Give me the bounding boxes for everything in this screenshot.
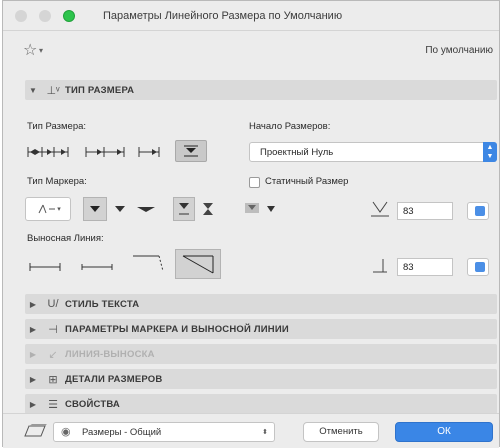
witness-gap-value: 83 xyxy=(403,262,414,273)
cumulative-dimension-icon xyxy=(85,147,125,157)
marker-params-icon: ⊣ xyxy=(48,323,58,336)
section-title: ЛИНИЯ-ВЫНОСКА xyxy=(65,348,155,360)
marker-filled-arrow-button[interactable] xyxy=(83,197,107,221)
dim-type-linear-button[interactable] xyxy=(25,142,71,162)
filled-arrow-icon xyxy=(90,206,100,212)
favorites-button[interactable]: ☆ ▾ xyxy=(23,41,49,61)
origin-select-value: Проектный Нуль xyxy=(260,147,334,158)
open-arrow-icon xyxy=(115,206,125,212)
witness-gap-input[interactable]: 83 xyxy=(397,258,453,276)
favorites-default-label: По умолчанию xyxy=(425,45,493,56)
dim-type-label: Тип Размера: xyxy=(27,121,87,132)
dim-type-base-button[interactable] xyxy=(175,140,207,162)
chevron-down-icon: ▾ xyxy=(39,46,44,55)
section-title: СВОЙСТВА xyxy=(65,398,120,410)
chevron-right-icon: ▶ xyxy=(29,324,37,334)
title-bar: Параметры Линейного Размера по Умолчанию xyxy=(3,1,499,31)
marker-open-arrow-button[interactable] xyxy=(111,197,129,221)
pen-marker-icon xyxy=(245,203,259,213)
section-title: ТИП РАЗМЕРА xyxy=(65,84,135,96)
chevron-down-icon: ▾ xyxy=(57,206,61,213)
dim-type-cumulative-button[interactable] xyxy=(83,142,127,162)
witness-line-style-3-button[interactable] xyxy=(129,251,167,275)
witness-angled-icon xyxy=(133,255,164,272)
chevron-right-icon: ▶ xyxy=(29,374,37,384)
dimension-type-icon: ⊥ᵛ xyxy=(46,84,60,97)
marker-tick-button[interactable] xyxy=(173,197,195,221)
layer-select-value: Размеры - Общий xyxy=(82,427,162,438)
leader-icon: ↙ xyxy=(48,348,58,361)
section-title: СТИЛЬ ТЕКСТА xyxy=(65,298,140,310)
witness-line-label: Выносная Линия: xyxy=(27,233,104,244)
minimize-window-button[interactable] xyxy=(39,10,51,22)
chevron-down-icon: ▼ xyxy=(29,85,37,95)
layer-select[interactable]: ◉ Размеры - Общий ⬍ xyxy=(53,422,275,442)
witness-gap-stepper[interactable] xyxy=(467,258,489,276)
marker-wide-arrow-button[interactable] xyxy=(133,197,159,221)
marker-size-stepper[interactable] xyxy=(467,202,489,220)
static-dimension-label: Статичный Размер xyxy=(265,176,349,187)
marker-style-popup[interactable]: ▾ xyxy=(25,197,71,221)
chevron-updown-icon: ⬍ xyxy=(262,429,268,436)
marker-preview-icon xyxy=(38,204,56,214)
elevation-dimension-icon xyxy=(138,147,160,157)
witness-gap-icon xyxy=(373,259,387,273)
witness-line-style-4-button[interactable] xyxy=(175,249,221,279)
window-title: Параметры Линейного Размера по Умолчанию xyxy=(103,10,343,22)
zoom-window-button[interactable] xyxy=(63,10,75,22)
origin-select[interactable]: Проектный Нуль ▲ ▼ xyxy=(249,142,497,162)
marker-size-icon xyxy=(371,201,389,217)
marker-hourglass-button[interactable] xyxy=(199,197,217,221)
favorites-row: ☆ ▾ По умолчанию xyxy=(3,32,499,70)
section-title: ПАРАМЕТРЫ МАРКЕРА И ВЫНОСНОЙ ЛИНИИ xyxy=(65,323,289,335)
ok-button[interactable]: ОК xyxy=(395,422,493,442)
witness-full-icon xyxy=(29,263,61,271)
chevron-right-icon: ▶ xyxy=(29,299,37,309)
section-dim-type-header[interactable]: ▼ ⊥ᵛ ТИП РАЗМЕРА xyxy=(25,80,497,100)
chevron-updown-icon: ▲ ▼ xyxy=(483,142,497,162)
bottom-bar: ◉ Размеры - Общий ⬍ Отменить ОК xyxy=(3,413,499,448)
cancel-button[interactable]: Отменить xyxy=(303,422,379,442)
witness-line-style-2-button[interactable] xyxy=(77,255,117,279)
hourglass-marker-icon xyxy=(203,203,213,215)
close-window-button[interactable] xyxy=(15,10,27,22)
witness-short-icon xyxy=(81,264,113,270)
chevron-right-icon: ▶ xyxy=(29,399,37,409)
section-marker-params-header[interactable]: ▶ ⊣ ПАРАМЕТРЫ МАРКЕРА И ВЫНОСНОЙ ЛИНИИ xyxy=(25,319,497,339)
tick-marker-icon xyxy=(179,203,189,215)
stepper-icon xyxy=(475,262,485,272)
wide-arrow-icon xyxy=(137,207,155,212)
star-icon: ☆ xyxy=(23,42,38,59)
section-details-header[interactable]: ▶ ⊞ ДЕТАЛИ РАЗМЕРОВ xyxy=(25,369,497,389)
witness-box-icon xyxy=(182,255,214,274)
section-properties-header[interactable]: ▶ ☰ СВОЙСТВА xyxy=(25,394,497,414)
properties-icon: ☰ xyxy=(48,398,58,411)
base-dimension-icon xyxy=(184,145,198,157)
stepper-icon xyxy=(475,206,485,216)
marker-size-input[interactable]: 83 xyxy=(397,202,453,220)
section-text-style-header[interactable]: ▶ U/ СТИЛЬ ТЕКСТА xyxy=(25,294,497,314)
marker-type-label: Тип Маркера: xyxy=(27,176,87,187)
origin-label: Начало Размеров: xyxy=(249,121,331,132)
marker-size-value: 83 xyxy=(403,206,414,217)
marker-pen-popup[interactable] xyxy=(237,197,283,221)
chevron-down-icon xyxy=(267,206,275,212)
chevron-right-icon: ▶ xyxy=(29,349,37,359)
witness-line-style-1-button[interactable] xyxy=(25,255,65,279)
section-leader-header[interactable]: ▶ ↙ ЛИНИЯ-ВЫНОСКА xyxy=(25,344,497,364)
details-icon: ⊞ xyxy=(48,373,58,386)
section-title: ДЕТАЛИ РАЗМЕРОВ xyxy=(65,373,163,385)
dialog-window: Параметры Линейного Размера по Умолчанию… xyxy=(2,0,500,448)
static-dimension-checkbox[interactable] xyxy=(249,177,260,188)
eye-icon: ◉ xyxy=(61,426,71,438)
layers-icon xyxy=(24,424,47,437)
linear-dimension-icon xyxy=(27,147,69,157)
text-style-icon: U/ xyxy=(47,298,59,310)
dim-type-elevation-button[interactable] xyxy=(136,142,162,162)
